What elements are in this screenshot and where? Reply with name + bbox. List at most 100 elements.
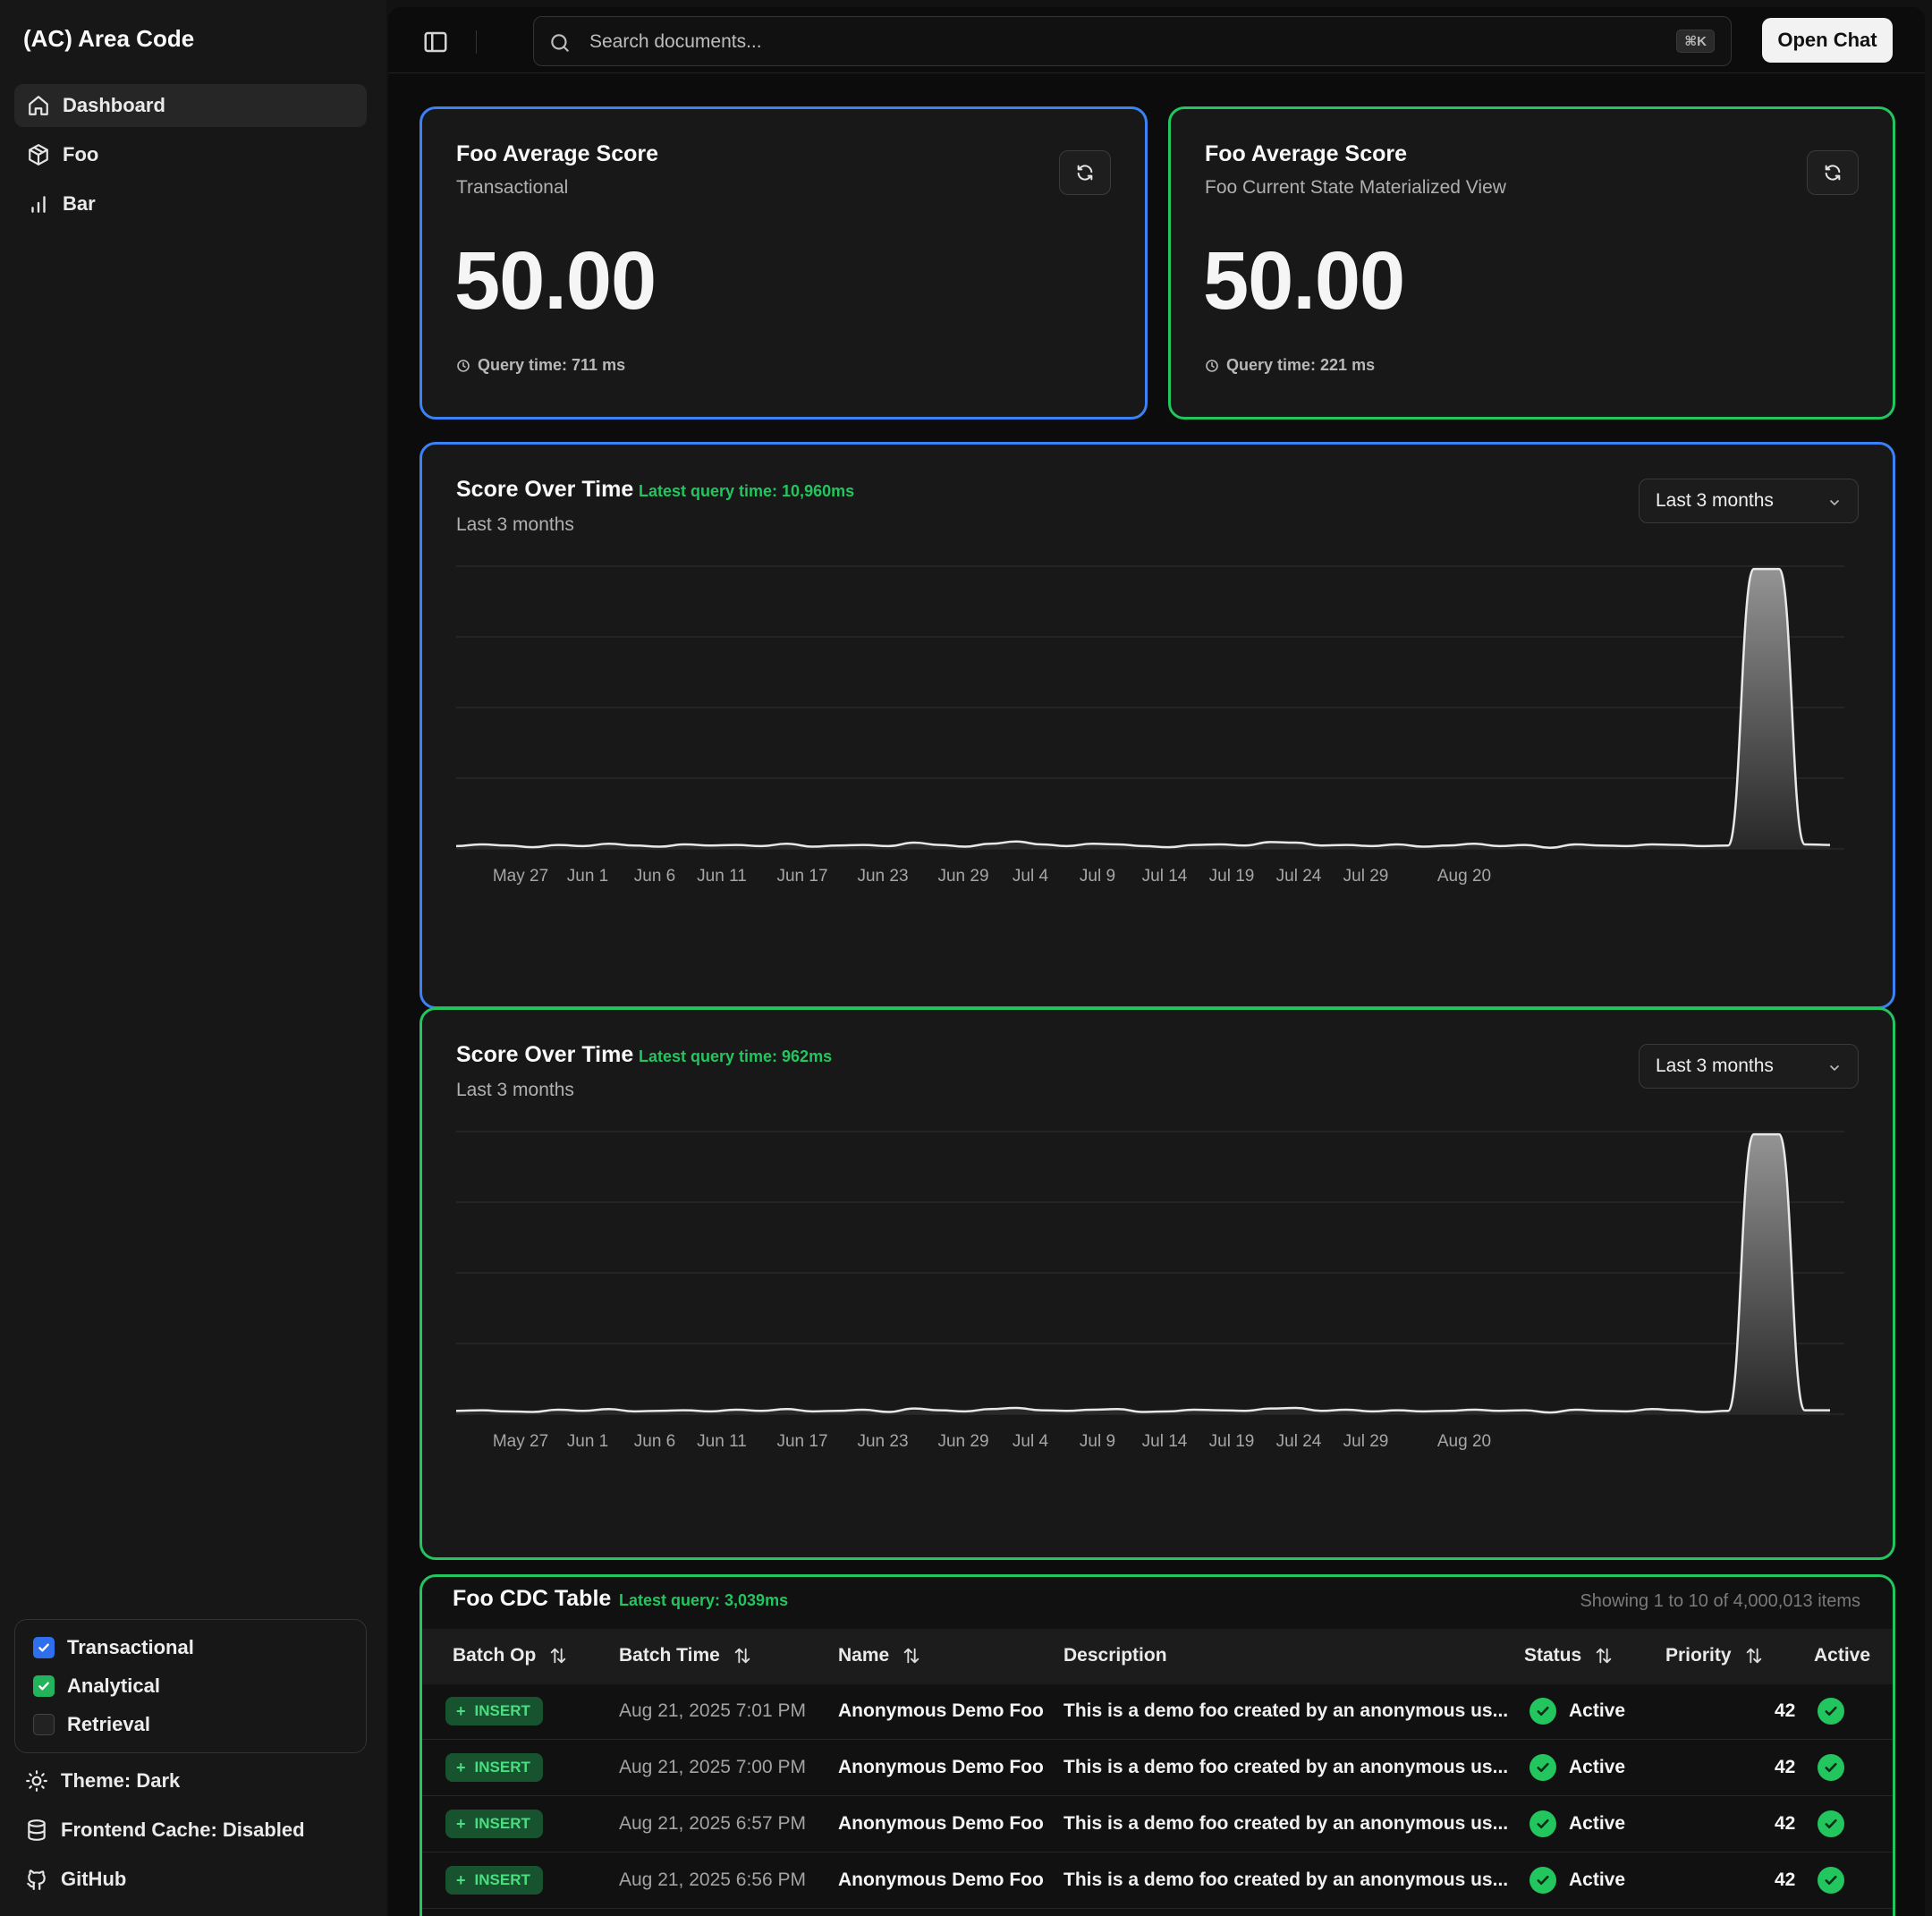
github-icon [27, 1869, 46, 1890]
theme-toggle[interactable]: Theme: Dark [25, 1766, 180, 1796]
query-time-text: Query time: 221 ms [1226, 356, 1376, 374]
checkbox-checked[interactable] [33, 1675, 55, 1697]
col-label: Batch Time [619, 1645, 720, 1666]
check-icon [38, 1643, 49, 1652]
priority-cell: 42 [1775, 1869, 1796, 1890]
active-check-icon [1818, 1754, 1844, 1781]
x-tick-label: Jun 23 [857, 867, 908, 886]
checkbox-unchecked[interactable] [33, 1714, 55, 1735]
query-time: Query time: 221 ms [1205, 356, 1375, 375]
refresh-button[interactable] [1807, 150, 1859, 195]
batch-op-label: INSERT [474, 1871, 530, 1888]
active-check-icon [1818, 1810, 1844, 1837]
cache-toggle[interactable]: Frontend Cache: Disabled [25, 1815, 305, 1845]
search-icon [551, 34, 569, 52]
nav-item-foo[interactable]: Foo [14, 133, 367, 176]
table-header: Batch Op Batch Time Name Description Sta… [422, 1629, 1893, 1684]
series-line [455, 567, 1831, 849]
check-icon [1537, 1875, 1549, 1886]
sort-icon[interactable] [733, 1646, 752, 1666]
toggle-label: Retrieval [67, 1713, 150, 1735]
name-cell: Anonymous Demo Foo [838, 1813, 1044, 1834]
col-label: Status [1524, 1645, 1582, 1666]
x-tick-label: Jun 1 [567, 867, 608, 886]
x-tick-label: Jun 6 [634, 867, 675, 886]
plus-icon: + [456, 1814, 466, 1833]
col-label: Active [1814, 1645, 1871, 1666]
col-active: Active [1814, 1645, 1870, 1666]
brand-title[interactable]: (AC) Area Code [23, 25, 194, 53]
sort-icon[interactable] [548, 1646, 568, 1666]
col-batch-op[interactable]: Batch Op [453, 1645, 568, 1666]
batch-time-cell: Aug 21, 2025 7:00 PM [619, 1757, 806, 1777]
divider [476, 30, 477, 54]
active-check-icon [1818, 1698, 1844, 1725]
table-item-count: Showing 1 to 10 of 4,000,013 items [1580, 1591, 1860, 1611]
card-title: Foo Average Score [456, 141, 659, 166]
sun-icon [26, 1770, 47, 1792]
series-area [456, 1134, 1830, 1414]
database-icon [28, 1819, 46, 1841]
sidebar-toggle-icon[interactable] [422, 29, 449, 55]
col-label: Description [1063, 1645, 1167, 1666]
query-time-text: Query time: 711 ms [478, 356, 626, 374]
status-check-icon [1530, 1754, 1556, 1781]
checkbox-checked[interactable] [33, 1637, 55, 1658]
search-placeholder: Search documents... [589, 31, 762, 52]
nav-item-label: Bar [63, 192, 96, 215]
name-cell: Anonymous Demo Foo [838, 1700, 1044, 1721]
package-icon [29, 144, 48, 165]
toggle-label: Transactional [67, 1636, 194, 1658]
description-cell: This is a demo foo created by an anonymo… [1063, 1757, 1509, 1777]
table-row[interactable]: + INSERT Aug 21, 2025 6:56 PM Anonymous Dem… [422, 1853, 1893, 1909]
refresh-button[interactable] [1059, 150, 1111, 195]
open-chat-button[interactable]: Open Chat [1762, 18, 1893, 63]
refresh-icon [1825, 165, 1841, 181]
batch-op-badge: + INSERT [445, 1753, 543, 1782]
x-tick-label: Jul 29 [1343, 867, 1389, 886]
check-icon [1537, 1762, 1549, 1773]
status-cell: Active [1569, 1757, 1626, 1777]
search-input[interactable]: Search documents... ⌘K [533, 16, 1732, 66]
sort-icon[interactable] [902, 1646, 921, 1666]
col-priority[interactable]: Priority [1665, 1645, 1764, 1666]
clock-icon [457, 359, 470, 372]
toggle-retrieval[interactable]: Retrieval [33, 1711, 150, 1738]
bar-chart-icon [31, 196, 46, 213]
x-tick-label: Aug 20 [1437, 1432, 1491, 1451]
table-title: Foo CDC Table [453, 1586, 612, 1611]
x-tick-label: May 27 [493, 867, 548, 886]
nav-item-label: Dashboard [63, 94, 165, 116]
theme-label: Theme: Dark [61, 1769, 181, 1792]
toggle-transactional[interactable]: Transactional [33, 1634, 194, 1661]
check-icon [38, 1682, 49, 1691]
status-check-icon [1530, 1698, 1556, 1725]
sort-icon[interactable] [1744, 1646, 1764, 1666]
x-tick-label: Jul 4 [1013, 867, 1049, 886]
x-tick-label: Jul 14 [1142, 867, 1188, 886]
check-icon [1825, 1875, 1837, 1886]
col-name[interactable]: Name [838, 1645, 921, 1666]
nav-item-bar[interactable]: Bar [14, 182, 367, 225]
status-cell: Active [1569, 1700, 1626, 1721]
shortcut-hint: ⌘K [1676, 30, 1715, 53]
toggle-analytical[interactable]: Analytical [33, 1673, 160, 1700]
priority-cell: 42 [1775, 1700, 1796, 1721]
nav-item-dashboard[interactable]: Dashboard [14, 84, 367, 127]
x-tick-label: Aug 20 [1437, 867, 1491, 886]
github-link[interactable]: GitHub [25, 1864, 126, 1895]
priority-cell: 42 [1775, 1813, 1796, 1834]
table-row[interactable]: + INSERT Aug 21, 2025 7:01 PM Anonymous Dem… [422, 1684, 1893, 1740]
score-value: 50.00 [454, 235, 657, 326]
x-tick-label: Jul 19 [1209, 1432, 1255, 1451]
sort-icon[interactable] [1594, 1646, 1614, 1666]
nav-item-label: Foo [63, 143, 99, 165]
batch-op-badge: + INSERT [445, 1866, 543, 1895]
table-row[interactable]: + INSERT Aug 21, 2025 6:57 PM Anonymous Dem… [422, 1797, 1893, 1852]
batch-op-label: INSERT [474, 1815, 530, 1832]
table-row[interactable]: + INSERT Aug 21, 2025 7:00 PM Anonymous Dem… [422, 1741, 1893, 1796]
status-cell: Active [1569, 1869, 1626, 1890]
col-label: Batch Op [453, 1645, 537, 1666]
col-status[interactable]: Status [1524, 1645, 1614, 1666]
col-batch-time[interactable]: Batch Time [619, 1645, 752, 1666]
